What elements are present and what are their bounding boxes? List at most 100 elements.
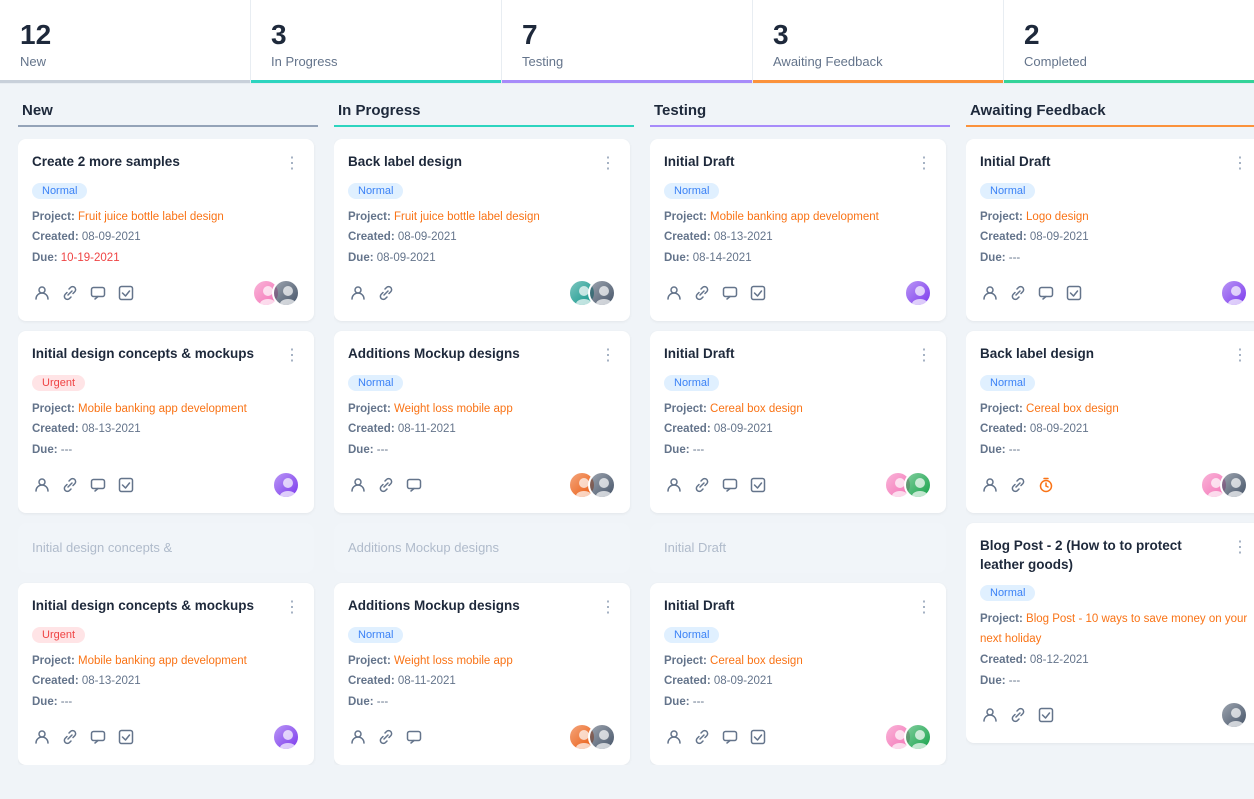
- person-icon[interactable]: [32, 475, 52, 495]
- due-value: 08-09-2021: [377, 252, 436, 264]
- person-icon[interactable]: [32, 283, 52, 303]
- task-card[interactable]: Initial Draft⋮NormalProject: Cereal box …: [650, 583, 946, 765]
- task-card[interactable]: Blog Post - 2 (How to to protect leather…: [966, 523, 1254, 744]
- project-label: Project: Fruit juice bottle label design: [348, 207, 616, 228]
- person-icon[interactable]: [664, 475, 684, 495]
- check-icon[interactable]: [116, 283, 136, 303]
- chat-icon[interactable]: [88, 475, 108, 495]
- card-title: Back label design: [348, 153, 600, 172]
- check-icon[interactable]: [116, 727, 136, 747]
- card-menu-button[interactable]: ⋮: [284, 597, 300, 617]
- project-label: Project: Logo design: [980, 207, 1248, 228]
- card-menu-button[interactable]: ⋮: [1232, 537, 1248, 557]
- card-meta: Project: Weight loss mobile app Created:…: [348, 399, 616, 461]
- person-icon[interactable]: [980, 283, 1000, 303]
- card-action-icons: [32, 283, 136, 303]
- due-value: 10-19-2021: [61, 252, 120, 264]
- chat-icon[interactable]: [720, 283, 740, 303]
- timer-icon[interactable]: [1036, 475, 1056, 495]
- link-icon[interactable]: [60, 727, 80, 747]
- priority-badge: Normal: [32, 183, 87, 199]
- card-menu-button[interactable]: ⋮: [284, 153, 300, 173]
- task-card[interactable]: Create 2 more samples⋮NormalProject: Fru…: [18, 139, 314, 321]
- card-avatars: [568, 471, 616, 499]
- link-icon[interactable]: [1008, 283, 1028, 303]
- card-menu-button[interactable]: ⋮: [600, 153, 616, 173]
- chat-icon[interactable]: [88, 727, 108, 747]
- project-label: Project: Blog Post - 10 ways to save mon…: [980, 609, 1248, 650]
- check-icon[interactable]: [748, 727, 768, 747]
- check-icon[interactable]: [116, 475, 136, 495]
- priority-badge: Urgent: [32, 375, 85, 391]
- card-action-icons: [980, 283, 1084, 303]
- person-icon[interactable]: [980, 475, 1000, 495]
- task-card[interactable]: Initial Draft⋮NormalProject: Mobile bank…: [650, 139, 946, 321]
- link-icon[interactable]: [1008, 705, 1028, 725]
- link-icon[interactable]: [60, 283, 80, 303]
- link-icon[interactable]: [692, 283, 712, 303]
- task-card[interactable]: Back label design⋮NormalProject: Cereal …: [966, 331, 1254, 513]
- chat-icon[interactable]: [1036, 283, 1056, 303]
- check-icon[interactable]: [1064, 283, 1084, 303]
- person-icon[interactable]: [348, 475, 368, 495]
- card-meta: Project: Fruit juice bottle label design…: [32, 207, 300, 269]
- card-menu-button[interactable]: ⋮: [916, 597, 932, 617]
- person-icon[interactable]: [664, 283, 684, 303]
- card-menu-button[interactable]: ⋮: [600, 345, 616, 365]
- task-card[interactable]: Initial design concepts & mockups⋮Urgent…: [18, 583, 314, 765]
- task-card[interactable]: Additions Mockup designs⋮NormalProject: …: [334, 583, 630, 765]
- link-icon[interactable]: [1008, 475, 1028, 495]
- task-card[interactable]: Initial design concepts & mockups⋮Urgent…: [18, 331, 314, 513]
- check-icon[interactable]: [748, 283, 768, 303]
- person-icon[interactable]: [348, 283, 368, 303]
- card-avatars: [272, 471, 300, 499]
- card-menu-button[interactable]: ⋮: [1232, 153, 1248, 173]
- card-title: Additions Mockup designs: [348, 345, 600, 364]
- stat-count: 3: [773, 18, 983, 52]
- card-avatars: [1220, 279, 1248, 307]
- task-card[interactable]: Initial Draft⋮NormalProject: Cereal box …: [650, 331, 946, 513]
- check-icon[interactable]: [1036, 705, 1056, 725]
- column-testing: TestingInitial Draft⋮NormalProject: Mobi…: [650, 102, 950, 765]
- task-card[interactable]: Back label design⋮NormalProject: Fruit j…: [334, 139, 630, 321]
- person-icon[interactable]: [980, 705, 1000, 725]
- chat-icon[interactable]: [88, 283, 108, 303]
- link-icon[interactable]: [692, 727, 712, 747]
- card-action-icons: [348, 727, 424, 747]
- avatar: [1220, 471, 1248, 499]
- card-action-icons: [32, 727, 136, 747]
- link-icon[interactable]: [376, 475, 396, 495]
- card-menu-button[interactable]: ⋮: [1232, 345, 1248, 365]
- project-link: Mobile banking app development: [710, 211, 879, 223]
- task-card[interactable]: Additions Mockup designs⋮NormalProject: …: [334, 331, 630, 513]
- check-icon[interactable]: [748, 475, 768, 495]
- project-link: Cereal box design: [1026, 403, 1119, 415]
- card-header: Back label design⋮: [980, 345, 1248, 365]
- card-avatars: [1220, 701, 1248, 729]
- project-link: Logo design: [1026, 211, 1089, 223]
- link-icon[interactable]: [376, 283, 396, 303]
- link-icon[interactable]: [60, 475, 80, 495]
- project-label: Project: Weight loss mobile app: [348, 651, 616, 672]
- link-icon[interactable]: [376, 727, 396, 747]
- chat-icon[interactable]: [720, 727, 740, 747]
- project-label: Project: Weight loss mobile app: [348, 399, 616, 420]
- due-label: Due: ---: [980, 671, 1248, 692]
- due-label: Due: ---: [348, 440, 616, 461]
- priority-badge: Normal: [348, 627, 403, 643]
- card-menu-button[interactable]: ⋮: [284, 345, 300, 365]
- link-icon[interactable]: [692, 475, 712, 495]
- chat-icon[interactable]: [404, 475, 424, 495]
- person-icon[interactable]: [32, 727, 52, 747]
- stats-bar: 12 New 3 In Progress 7 Testing 3 Awaitin…: [0, 0, 1254, 84]
- person-icon[interactable]: [664, 727, 684, 747]
- card-menu-button[interactable]: ⋮: [916, 153, 932, 173]
- person-icon[interactable]: [348, 727, 368, 747]
- card-menu-button[interactable]: ⋮: [600, 597, 616, 617]
- chat-icon[interactable]: [720, 475, 740, 495]
- due-value: ---: [377, 444, 389, 456]
- priority-badge: Normal: [664, 183, 719, 199]
- task-card[interactable]: Initial Draft⋮NormalProject: Logo design…: [966, 139, 1254, 321]
- chat-icon[interactable]: [404, 727, 424, 747]
- card-menu-button[interactable]: ⋮: [916, 345, 932, 365]
